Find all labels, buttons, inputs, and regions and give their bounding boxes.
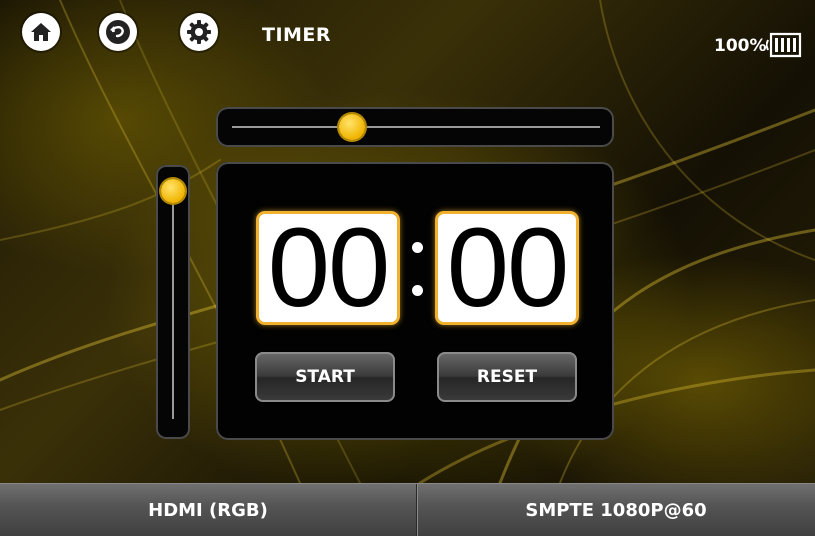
settings-button[interactable] (180, 13, 218, 51)
input-source-label[interactable]: HDMI (RGB) (0, 484, 416, 536)
page-title: TIMER (262, 24, 332, 46)
seconds-value: 00 (446, 214, 570, 322)
back-button[interactable] (99, 13, 137, 51)
home-icon (31, 23, 51, 41)
home-button[interactable] (22, 13, 60, 51)
minutes-value: 00 (267, 214, 391, 322)
vertical-slider-thumb[interactable] (161, 179, 185, 203)
start-button[interactable]: START (255, 352, 395, 402)
colon-dot-bottom (412, 285, 423, 296)
vertical-slider-track[interactable] (172, 185, 174, 419)
status-bar: HDMI (RGB) SMPTE 1080P@60 (0, 483, 815, 536)
colon-dot-top (412, 242, 423, 253)
screen: TIMER 100% 00 00 START RESET HDMI (RGB) (0, 0, 815, 536)
vertical-slider[interactable] (156, 165, 190, 439)
battery-icon (766, 32, 802, 58)
horizontal-slider[interactable] (216, 107, 614, 147)
video-format-label[interactable]: SMPTE 1080P@60 (417, 484, 815, 536)
seconds-display: 00 (438, 214, 576, 322)
horizontal-slider-track[interactable] (232, 126, 600, 128)
battery-percentage: 100% (714, 36, 767, 56)
minutes-display: 00 (259, 214, 397, 322)
timer-panel: 00 00 START RESET (216, 162, 614, 440)
reset-button[interactable]: RESET (437, 352, 577, 402)
horizontal-slider-thumb[interactable] (338, 114, 365, 140)
back-icon (106, 20, 130, 44)
gear-icon (187, 20, 211, 44)
